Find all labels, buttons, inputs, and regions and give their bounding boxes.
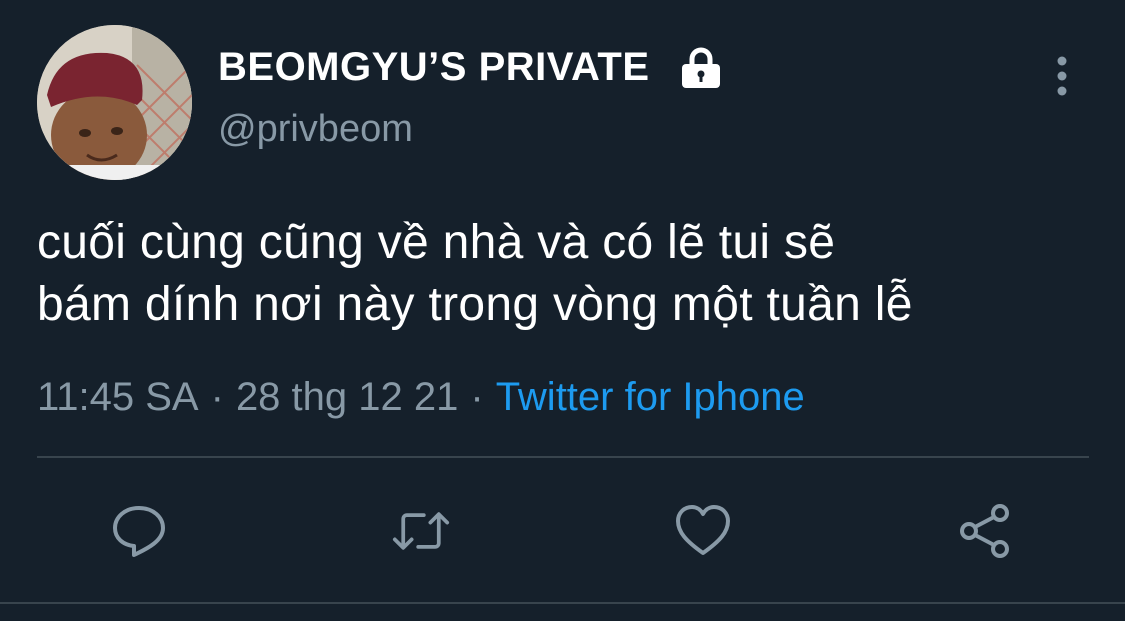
separator: · — [470, 375, 484, 419]
username[interactable]: @privbeom — [218, 108, 413, 151]
retweet-button[interactable] — [392, 502, 450, 560]
retweet-icon — [392, 512, 450, 550]
heart-icon — [676, 505, 730, 555]
tweet-meta: 11:45 SA · 28 thg 12 21 · Twitter for Iphone — [37, 372, 805, 422]
reply-icon — [113, 506, 165, 557]
more-options-icon[interactable] — [1050, 55, 1074, 97]
avatar[interactable] — [37, 25, 192, 180]
avatar-photo — [37, 25, 192, 180]
tweet-text: cuối cùng cũng về nhà và có lẽ tui sẽ bá… — [37, 212, 1097, 336]
tweet-date[interactable]: 28 thg 12 21 — [236, 375, 458, 419]
display-name-row: BEOMGYU’S PRIVATE — [218, 42, 722, 92]
tweet-time[interactable]: 11:45 SA — [37, 375, 199, 419]
tweet-source-link[interactable]: Twitter for Iphone — [496, 375, 805, 419]
share-button[interactable] — [956, 502, 1014, 560]
tweet-text-line: cuối cùng cũng về nhà và có lẽ tui sẽ — [37, 216, 836, 269]
like-button[interactable] — [674, 502, 732, 560]
divider — [37, 456, 1089, 458]
divider — [0, 602, 1125, 604]
tweet-card: BEOMGYU’S PRIVATE @privbeom cuối cùng cũ… — [0, 0, 1125, 621]
separator: · — [210, 375, 224, 419]
lock-icon — [680, 45, 722, 89]
tweet-text-line: bám dính nơi này trong vòng một tuần lễ — [37, 278, 913, 331]
share-icon — [960, 504, 1009, 558]
display-name[interactable]: BEOMGYU’S PRIVATE — [218, 45, 650, 90]
reply-button[interactable] — [110, 502, 168, 560]
